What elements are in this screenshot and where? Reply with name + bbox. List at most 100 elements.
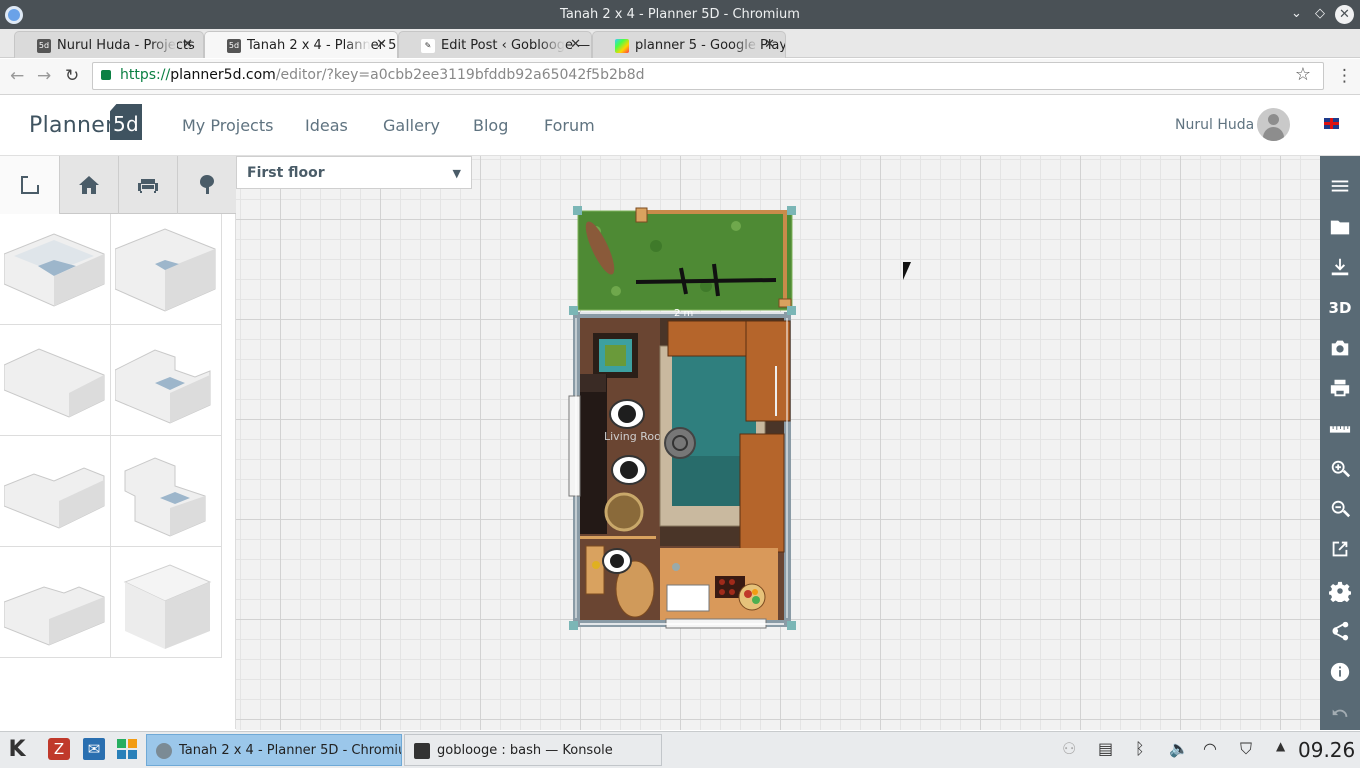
taskbar-label: Tanah 2 x 4 - Planner 5D - Chromium (179, 743, 402, 758)
room-shape-l[interactable] (0, 436, 111, 547)
floor-plan[interactable]: Living Roo 2 m (236, 156, 1320, 730)
apps-grid-icon[interactable] (116, 738, 138, 760)
download-button[interactable] (1320, 247, 1360, 287)
room-shape-z[interactable] (111, 436, 222, 547)
terminal-icon (414, 743, 430, 759)
window-left (568, 395, 581, 497)
open-project-button[interactable] (1320, 207, 1360, 247)
tab-close-icon[interactable]: ✕ (764, 37, 775, 52)
bookmark-star-icon[interactable]: ☆ (1295, 64, 1311, 85)
nav-gallery[interactable]: Gallery (383, 116, 440, 135)
tab-projects[interactable]: 5d Nurul Huda - Projects ✕ (14, 31, 204, 58)
url-path: /editor/?key=a0cbb2ee3119bfddb92a65042f5… (275, 67, 645, 83)
clock[interactable]: 09.26 (1298, 738, 1355, 762)
browser-menu-icon[interactable]: ⋮ (1336, 66, 1353, 86)
nav-my-projects[interactable]: My Projects (182, 116, 273, 135)
tree-icon (200, 175, 214, 194)
catalog-tabs (0, 156, 236, 214)
taskbar-item-chromium[interactable]: Tanah 2 x 4 - Planner 5D - Chromium (146, 734, 402, 766)
share-link-button[interactable] (1320, 529, 1360, 569)
tab-google-play[interactable]: planner 5 - Google Play ✕ (592, 31, 786, 58)
planner5d-favicon-icon: 5d (37, 39, 51, 53)
shield-icon[interactable]: ⛉ (1240, 739, 1252, 759)
chromium-icon (156, 743, 172, 759)
cabinet (585, 545, 605, 595)
window-title: Tanah 2 x 4 - Planner 5D - Chromium (560, 7, 800, 22)
wifi-icon[interactable]: ◠ (1203, 739, 1217, 758)
dimension-label: 2 m (674, 308, 693, 319)
minimize-icon[interactable]: ⌄ (1291, 6, 1302, 21)
room-shape-t[interactable] (0, 547, 111, 658)
mail-icon[interactable]: ✉ (83, 738, 105, 760)
ruler-button[interactable] (1320, 409, 1360, 449)
info-button[interactable] (1320, 652, 1360, 692)
undo-button[interactable] (1320, 696, 1360, 736)
volume-icon[interactable]: 🔈 (1169, 739, 1189, 758)
view-3d-button[interactable]: 3D (1320, 288, 1360, 328)
gear-icon (1329, 581, 1351, 602)
nav-forum[interactable]: Forum (544, 116, 595, 135)
bluetooth-icon[interactable]: ᛒ (1135, 739, 1145, 758)
kde-launcher-icon[interactable]: K (6, 737, 28, 762)
room-shapes-panel (0, 214, 236, 729)
snapshot-button[interactable] (1320, 328, 1360, 368)
zoom-out-button[interactable] (1320, 489, 1360, 529)
zoom-out-icon (1331, 500, 1351, 518)
menu-button[interactable] (1320, 166, 1360, 206)
settings-button[interactable] (1320, 571, 1360, 611)
clipboard-icon[interactable]: ▤ (1098, 739, 1113, 758)
filezilla-icon[interactable]: Z (48, 738, 70, 760)
url-host: planner5d.com (170, 67, 276, 83)
tab-editor[interactable]: 5d Tanah 2 x 4 - Planner 5D ✕ (204, 31, 398, 58)
reload-icon[interactable]: ↻ (65, 66, 79, 86)
tab-close-icon[interactable]: ✕ (376, 37, 387, 52)
room-shape-square[interactable] (0, 214, 111, 325)
share-button[interactable] (1320, 611, 1360, 651)
tab-close-icon[interactable]: ✕ (182, 37, 193, 52)
tab-furniture[interactable] (118, 156, 177, 214)
room-shape-square-tall[interactable] (111, 214, 222, 325)
external-link-icon (1332, 541, 1348, 557)
tab-rooms[interactable] (0, 156, 59, 214)
nav-ideas[interactable]: Ideas (305, 116, 348, 135)
lock-icon (101, 70, 111, 80)
mouse-cursor-icon (903, 262, 915, 280)
download-icon (1331, 258, 1349, 276)
room-shape-notched[interactable] (111, 325, 222, 436)
zoom-in-button[interactable] (1320, 449, 1360, 489)
room-shape-solid-block[interactable] (111, 547, 222, 658)
nav-blog[interactable]: Blog (473, 116, 508, 135)
tab-exterior[interactable] (177, 156, 236, 214)
planner5d-favicon-icon: 5d (227, 39, 241, 53)
info-icon (1330, 662, 1350, 682)
close-window-button[interactable]: ✕ (1335, 5, 1354, 24)
editor-canvas[interactable]: First floor ▼ Living Roo 2 m (236, 156, 1320, 730)
tab-wordpress[interactable]: ✎ Edit Post ‹ Goblooge — WordPress ✕ (398, 31, 592, 58)
undo-icon (1332, 709, 1348, 717)
tray-expand-icon[interactable]: ▲ (1276, 739, 1285, 753)
maximize-icon[interactable]: ◇ (1315, 6, 1325, 21)
browser-tabstrip: 5d Nurul Huda - Projects ✕ 5d Tanah 2 x … (0, 29, 1360, 81)
back-icon[interactable]: ← (10, 66, 24, 86)
room-label: Living Roo (604, 430, 661, 443)
avatar[interactable] (1257, 108, 1290, 141)
uk-flag-icon[interactable] (1324, 118, 1339, 129)
desk (739, 433, 785, 553)
tab-construction[interactable] (59, 156, 118, 214)
editor-right-toolbar: 3D (1320, 156, 1360, 730)
address-bar[interactable]: https://planner5d.com/editor/?key=a0cbb2… (92, 62, 1324, 90)
room-shape-rectangle[interactable] (0, 325, 111, 436)
browser-toolbar: ← → ↻ https://planner5d.com/editor/?key=… (0, 59, 1360, 95)
user-name[interactable]: Nurul Huda (1175, 117, 1254, 133)
taskbar-item-konsole[interactable]: goblooge : bash — Konsole (404, 734, 662, 766)
sink (666, 584, 710, 612)
wordpress-favicon-icon: ✎ (421, 39, 435, 53)
folder-icon (1330, 220, 1350, 235)
zoom-in-icon (1331, 460, 1351, 478)
logo-text: Planner (29, 113, 115, 138)
tab-close-icon[interactable]: ✕ (570, 37, 581, 52)
view-3d-label: 3D (1328, 299, 1352, 317)
user-switch-icon[interactable]: ⚇ (1062, 739, 1076, 758)
print-button[interactable] (1320, 368, 1360, 408)
forward-icon[interactable]: → (37, 66, 51, 86)
